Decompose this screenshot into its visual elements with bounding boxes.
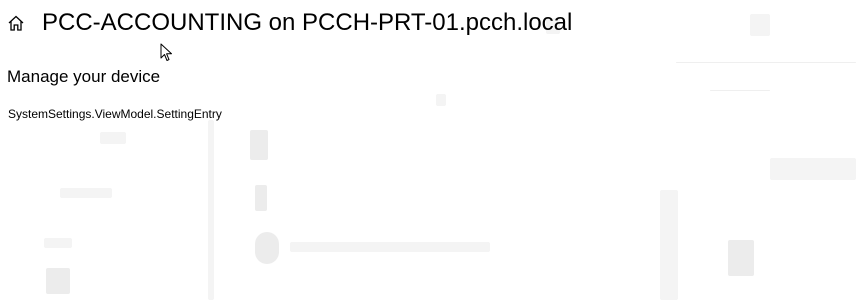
ghost-block-9 <box>100 132 126 144</box>
page-header: PCC-ACCOUNTING on PCCH-PRT-01.pcch.local <box>6 6 572 40</box>
ghost-panel-left <box>208 120 214 300</box>
ghost-text-1 <box>290 242 490 252</box>
ghost-text-3 <box>44 238 72 248</box>
mouse-cursor-icon <box>160 43 172 61</box>
ghost-text-2 <box>770 158 856 180</box>
settings-page: PCC-ACCOUNTING on PCCH-PRT-01.pcch.local… <box>0 0 860 307</box>
ghost-block-5 <box>46 268 70 294</box>
home-icon[interactable] <box>6 13 26 33</box>
ghost-block-1 <box>250 130 268 160</box>
ghost-text-4 <box>60 188 112 198</box>
ghost-panel-right <box>660 190 678 300</box>
ghost-block-2 <box>255 185 267 211</box>
page-title: PCC-ACCOUNTING on PCCH-PRT-01.pcch.local <box>42 9 573 36</box>
ghost-divider <box>676 62 856 63</box>
ghost-block-8 <box>436 94 446 106</box>
section-heading: Manage your device <box>7 67 161 86</box>
ghost-divider-2 <box>710 90 770 91</box>
ghost-block-6 <box>750 14 770 36</box>
ghost-block-3 <box>255 232 279 264</box>
ghost-block-4 <box>728 240 754 276</box>
setting-entry[interactable]: SystemSettings.ViewModel.SettingEntry <box>8 107 222 121</box>
